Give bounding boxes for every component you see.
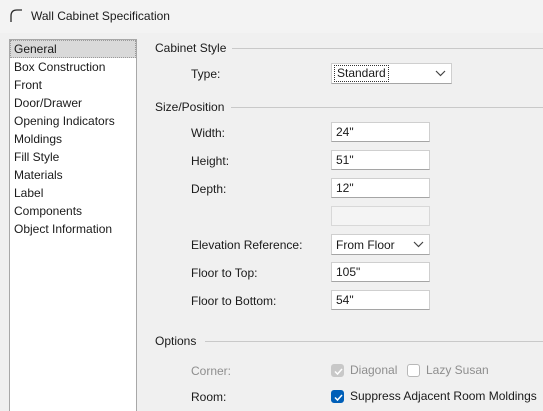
elevation-reference-value: From Floor: [336, 238, 395, 252]
height-label: Height:: [191, 154, 230, 168]
nav-item-label[interactable]: Label: [10, 184, 136, 202]
nav-item-box-construction[interactable]: Box Construction: [10, 58, 136, 76]
suppress-moldings-label[interactable]: Suppress Adjacent Room Moldings: [350, 389, 537, 403]
window-title: Wall Cabinet Specification: [31, 9, 170, 23]
nav-item-fill-style[interactable]: Fill Style: [10, 148, 136, 166]
width-label: Width:: [191, 126, 226, 140]
depth-label: Depth:: [191, 182, 227, 196]
blank-disabled-field: [331, 206, 430, 226]
depth-field[interactable]: 12": [331, 178, 430, 198]
nav-item-door-drawer[interactable]: Door/Drawer: [10, 94, 136, 112]
diagonal-checkbox-row: Diagonal: [331, 363, 397, 377]
floor-to-bottom-label: Floor to Bottom:: [191, 294, 277, 308]
diagonal-checkbox: [331, 363, 344, 377]
category-list[interactable]: General Box Construction Front Door/Draw…: [9, 39, 137, 411]
nav-item-front[interactable]: Front: [10, 76, 136, 94]
cabinet-style-divider: [232, 48, 543, 49]
chevron-down-icon: [435, 70, 446, 77]
cabinet-arc-icon: [10, 9, 22, 22]
chevron-down-icon: [413, 241, 424, 248]
cabinet-style-header: Cabinet Style: [155, 41, 227, 55]
elevation-reference-select[interactable]: From Floor: [331, 234, 430, 255]
checkmark-icon: [334, 367, 343, 375]
diagonal-label: Diagonal: [350, 363, 398, 377]
width-field[interactable]: 24": [331, 122, 430, 142]
lazy-susan-checkbox: [407, 363, 420, 377]
corner-label: Corner:: [191, 364, 232, 378]
nav-item-moldings[interactable]: Moldings: [10, 130, 136, 148]
nav-item-object-information[interactable]: Object Information: [10, 220, 136, 238]
nav-item-materials[interactable]: Materials: [10, 166, 136, 184]
height-field[interactable]: 51": [331, 150, 430, 170]
type-select[interactable]: Standard: [331, 63, 452, 84]
nav-item-opening-indicators[interactable]: Opening Indicators: [10, 112, 136, 130]
checkmark-icon: [334, 393, 343, 401]
lazy-susan-label: Lazy Susan: [426, 363, 489, 377]
suppress-moldings-checkbox[interactable]: [331, 389, 344, 403]
floor-to-bottom-field[interactable]: 54": [331, 290, 430, 310]
size-position-header: Size/Position: [155, 100, 225, 114]
floor-to-top-field[interactable]: 105": [331, 262, 430, 282]
room-label: Room:: [191, 390, 227, 404]
options-header: Options: [155, 334, 197, 348]
type-label: Type:: [191, 67, 221, 81]
type-select-value: Standard: [334, 65, 389, 82]
title-bar: Wall Cabinet Specification: [0, 0, 543, 33]
size-position-divider: [231, 107, 543, 108]
floor-to-top-label: Floor to Top:: [191, 266, 258, 280]
elevation-reference-label: Elevation Reference:: [191, 238, 303, 252]
lazy-susan-checkbox-row: Lazy Susan: [407, 363, 489, 377]
options-divider: [205, 341, 543, 342]
suppress-moldings-checkbox-row[interactable]: Suppress Adjacent Room Moldings: [331, 389, 537, 403]
nav-item-components[interactable]: Components: [10, 202, 136, 220]
nav-item-general[interactable]: General: [10, 40, 136, 58]
